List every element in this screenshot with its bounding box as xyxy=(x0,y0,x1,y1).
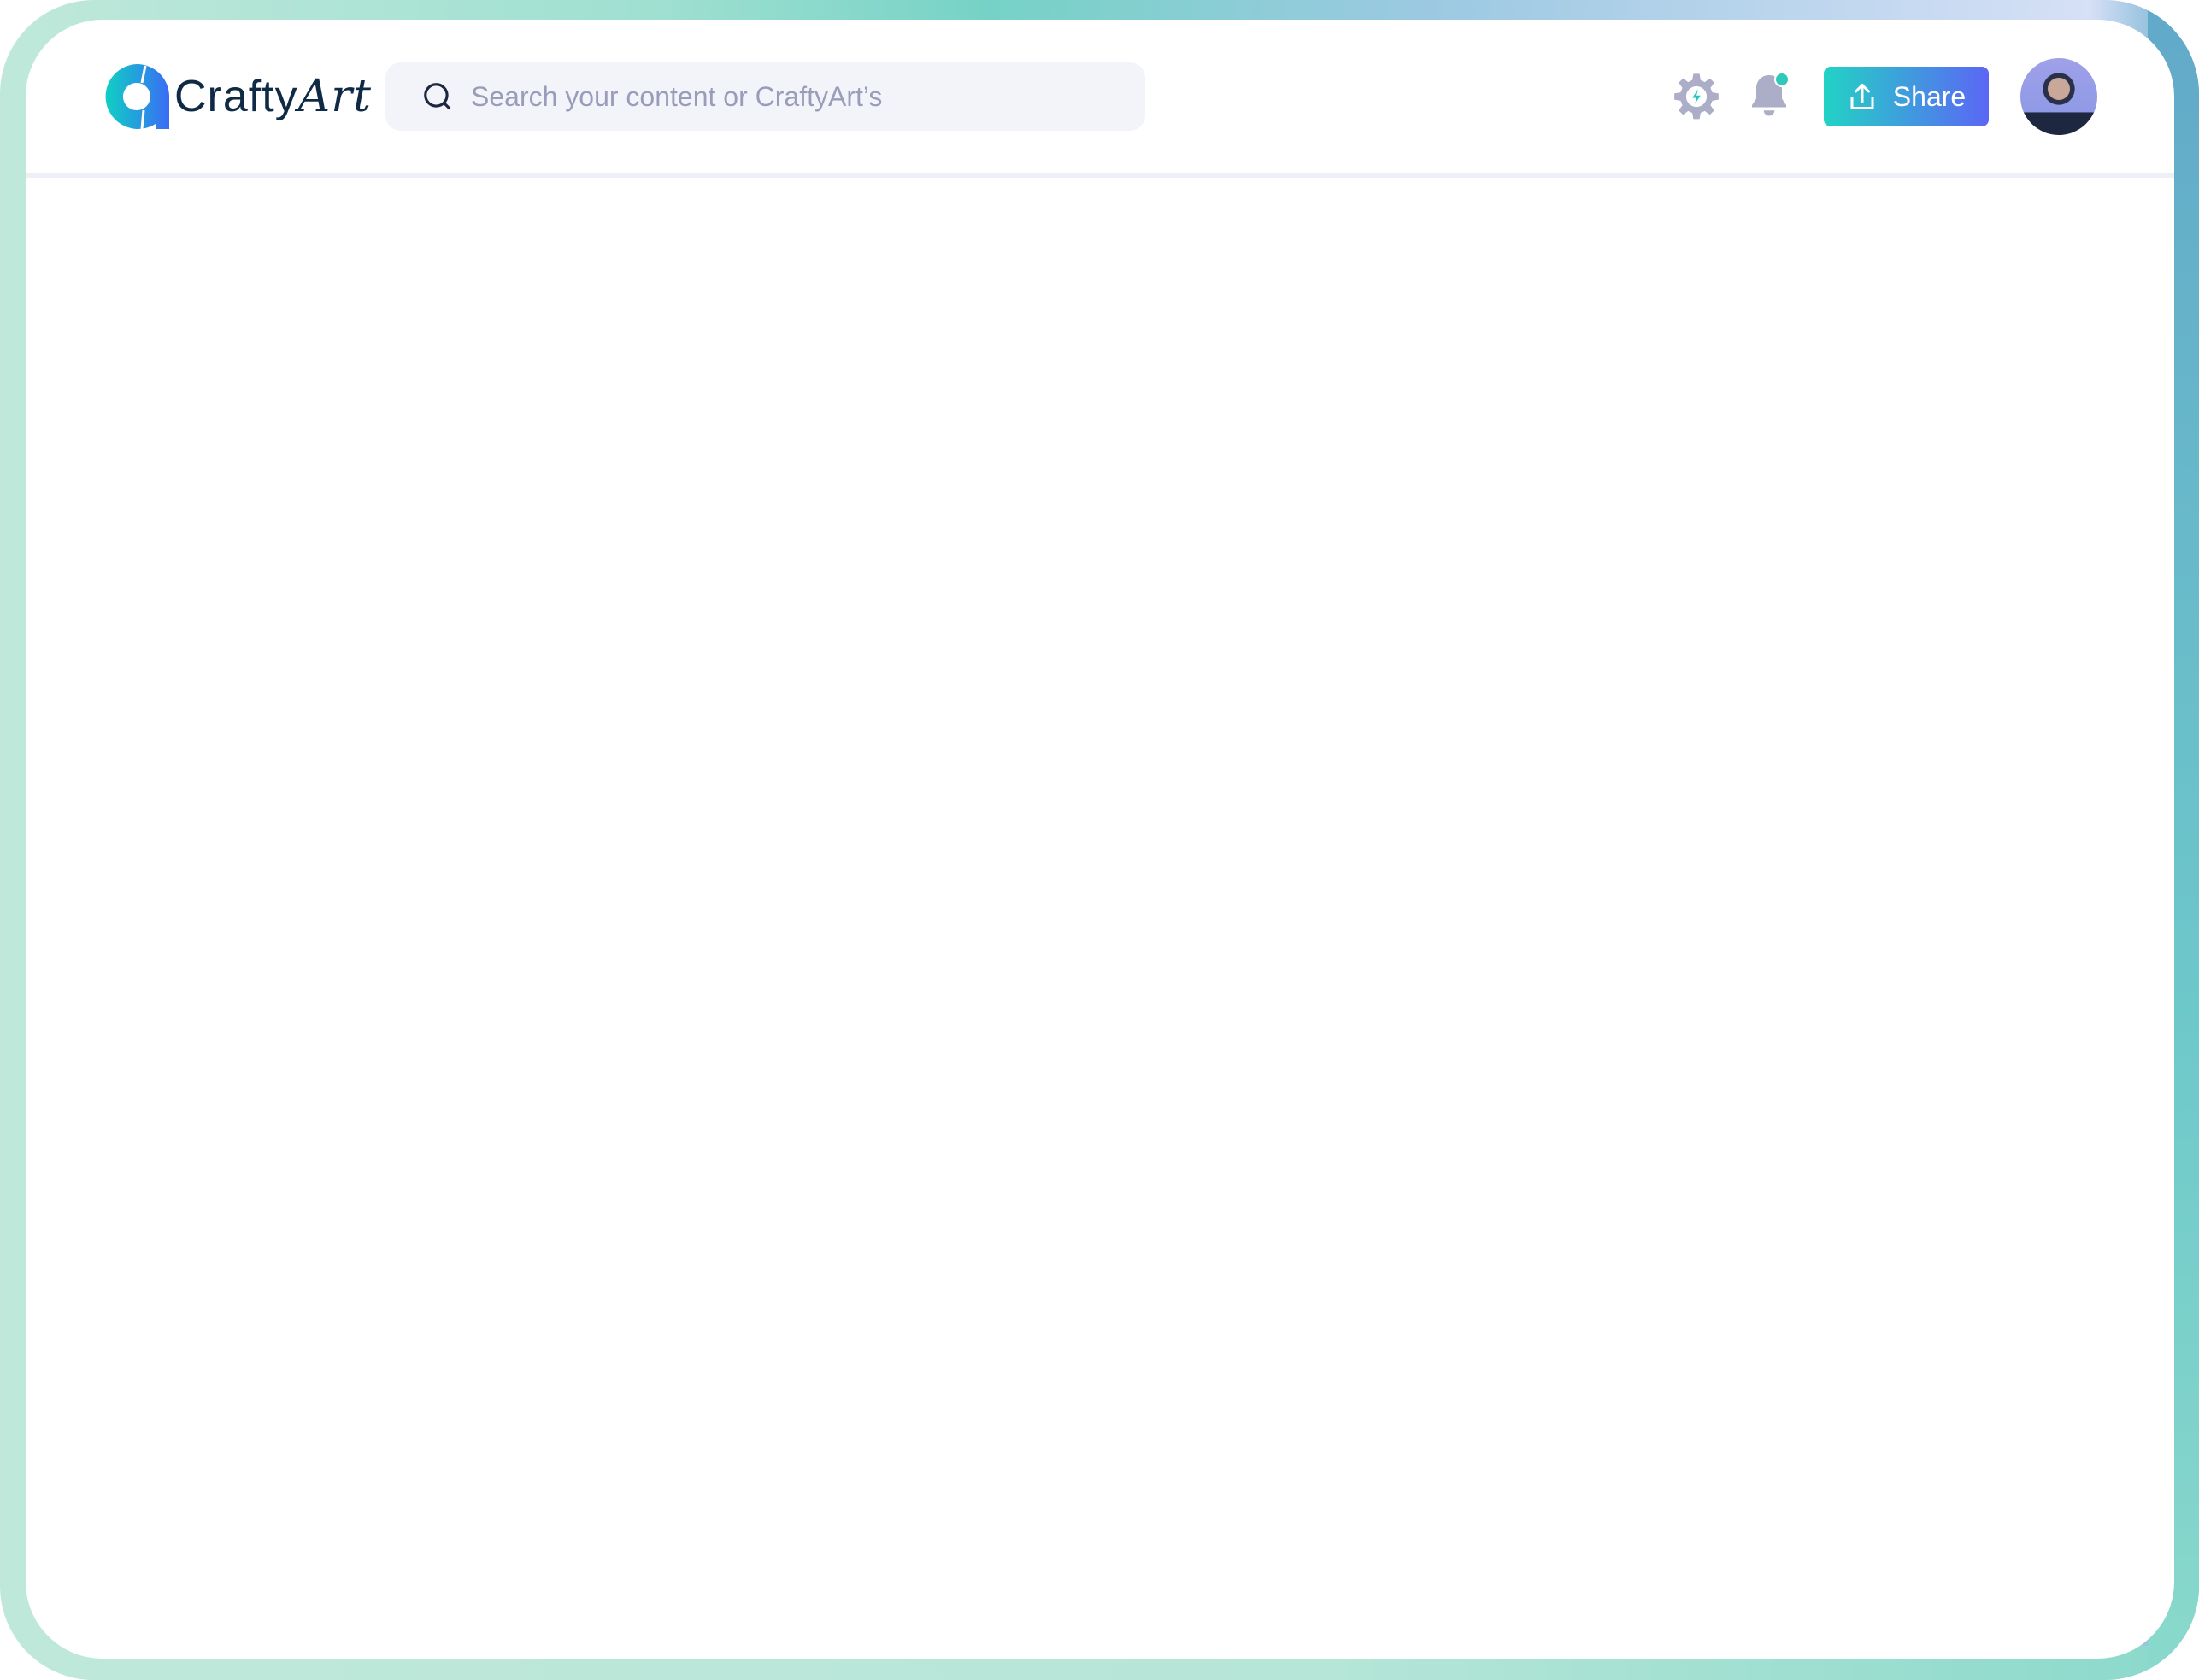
notification-dot xyxy=(1776,73,1788,85)
search-icon xyxy=(424,83,451,110)
app-window-frame: CraftyArt Search your content or CraftyA… xyxy=(0,0,2199,1680)
search-input[interactable] xyxy=(471,79,1120,114)
settings-icon xyxy=(1674,73,1719,120)
logo-text: CraftyArt xyxy=(174,71,372,122)
search-bar[interactable]: Search your content or CraftyArt’s xyxy=(385,62,1145,131)
share-label: Share xyxy=(1892,80,1967,112)
search-field[interactable]: Search your content or CraftyArt’s xyxy=(471,79,1120,114)
main-content-area xyxy=(26,178,2174,1659)
notification-bell-icon xyxy=(1752,72,1790,116)
upload-icon xyxy=(1850,84,1874,109)
logo-text-script: Art xyxy=(297,71,372,122)
logo-mark-icon xyxy=(105,64,169,130)
settings-button[interactable] xyxy=(1671,71,1722,122)
notifications-button[interactable] xyxy=(1743,71,1795,122)
user-avatar[interactable] xyxy=(2020,58,2097,135)
logo-text-plain: Crafty xyxy=(174,72,298,121)
crafty-art-logo[interactable]: CraftyArt xyxy=(103,62,372,131)
share-button[interactable]: Share xyxy=(1824,67,1989,126)
app-window: CraftyArt Search your content or CraftyA… xyxy=(26,20,2174,1659)
top-header: CraftyArt Search your content or CraftyA… xyxy=(26,20,2174,178)
